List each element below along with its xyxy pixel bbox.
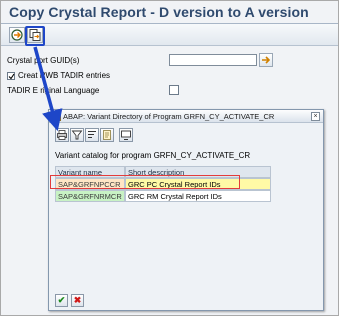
dialog-title: ABAP: Variant Directory of Program GRFN_… [63,112,275,121]
cancel-button[interactable]: ✖ [71,294,84,307]
monitor-icon [121,130,131,140]
close-icon: × [313,113,318,120]
details-button[interactable] [100,128,114,142]
confirm-button[interactable]: ✔ [55,294,68,307]
window-title: Copy Crystal Report - D version to A ver… [9,4,309,20]
filter-icon [71,130,83,140]
sap-window-icon [52,112,61,121]
filter-button[interactable] [70,128,84,142]
document-icon [103,130,111,140]
table-row-description[interactable]: GRC RM Crystal Report IDs [125,190,271,202]
print-button[interactable] [55,128,69,142]
table-row-variant-name[interactable]: SAP&GRFNRMCR [55,190,125,202]
local-file-button[interactable] [119,128,133,142]
variant-catalog-heading: Variant catalog for program GRFN_CY_ACTI… [55,151,251,160]
create-tadir-label: Creat RWB TADIR entries [18,71,111,80]
cancel-icon: ✖ [73,295,82,305]
guid-label: Crystal port GUID(s) [7,56,80,65]
sort-button[interactable] [85,128,99,142]
arrow-right-icon [262,56,271,64]
guid-input[interactable] [169,54,257,66]
multiple-selection-button[interactable] [259,53,273,67]
dialog-toolbar [49,124,323,144]
dialog-close-button[interactable]: × [311,112,320,121]
execute-icon [11,29,23,41]
variant-directory-dialog: ABAP: Variant Directory of Program GRFN_… [48,109,324,311]
dialog-titlebar: ABAP: Variant Directory of Program GRFN_… [49,110,323,123]
sort-icon [88,131,96,138]
toolbar-highlight-annotation [25,26,45,46]
execute-button[interactable] [9,27,25,43]
application-toolbar [1,24,338,46]
row-highlight-annotation [50,175,240,189]
checkmark-icon: ✔ [57,295,66,305]
tadir-language-label: TADIR E riginal Language [7,86,100,95]
printer-icon [57,130,67,140]
checkmark-icon [8,73,15,80]
sap-window: Copy Crystal Report - D version to A ver… [0,0,339,316]
create-tadir-checkbox[interactable] [7,72,15,80]
original-language-checkbox[interactable] [169,85,179,95]
